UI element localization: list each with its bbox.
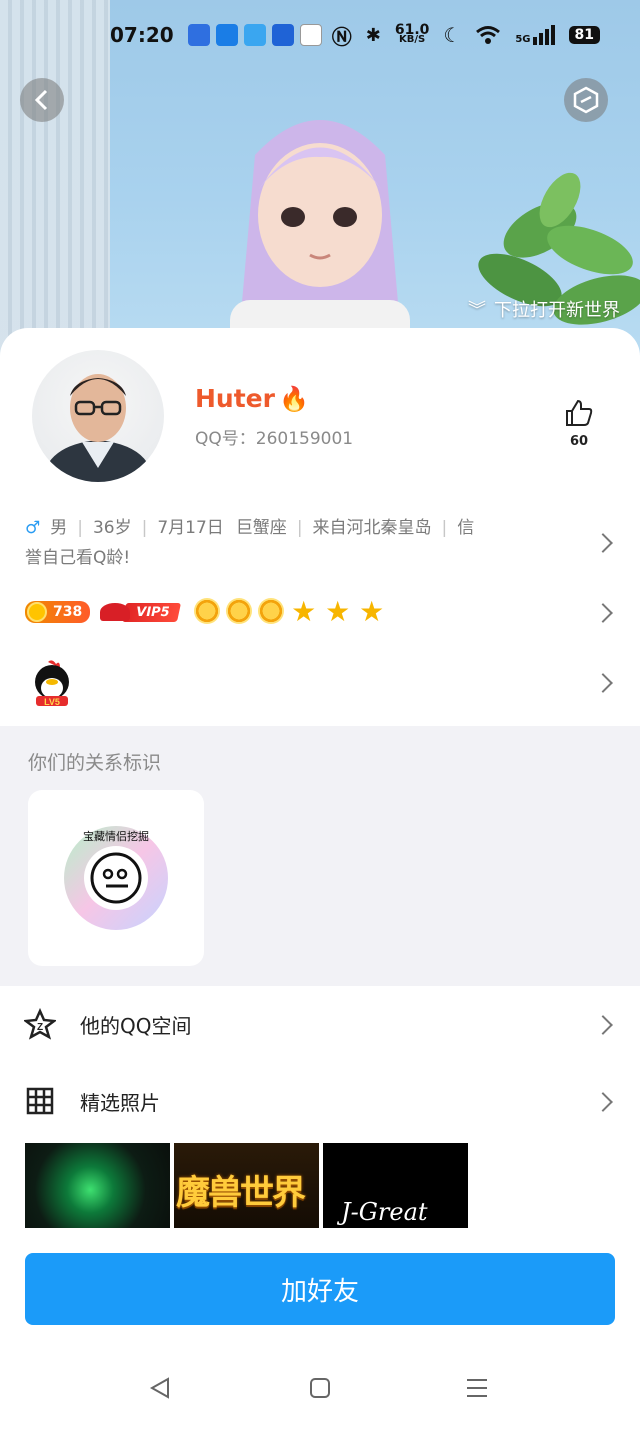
qzone-entry[interactable]: Z 他的QQ空间 [0, 994, 640, 1054]
chevron-left-icon [34, 89, 48, 111]
nickname: Huter 🔥 [195, 384, 309, 413]
zodiac: 巨蟹座 [235, 518, 287, 538]
like-count: 60 [569, 434, 589, 449]
chevron-right-icon[interactable] [593, 673, 613, 693]
nav-home-icon[interactable] [308, 1376, 332, 1400]
photos-label: 精选照片 [80, 1090, 160, 1115]
basic-info-row[interactable]: ♂ 男 | 36岁 | 7月17日 巨蟹座 | 来自河北秦皇岛 | 信 誉自己看Q龄! [25, 513, 585, 573]
bluetooth-icon: ✱ [365, 24, 381, 46]
car-app-icon [271, 24, 294, 46]
location: 来自河北秦皇岛 [312, 518, 432, 538]
age: 36岁 [92, 518, 132, 538]
photo-thumbnail[interactable]: 魔兽世界 [174, 1143, 319, 1228]
star-level-icon: ★ [325, 595, 351, 628]
double-chevron-down-icon: ︾ [468, 300, 486, 321]
qq-notify-icon [299, 24, 322, 46]
male-icon: ♂ [25, 518, 41, 538]
nav-menu-icon[interactable] [465, 1376, 489, 1400]
birthday: 7月17日 [157, 518, 224, 538]
coin-badge: 738 [25, 601, 91, 623]
relationship-section: 你们的关系标识 宝藏情侣挖掘 [0, 726, 640, 986]
qzone-label: 他的QQ空间 [80, 1013, 192, 1038]
chevron-right-icon[interactable] [593, 603, 613, 623]
add-friend-button[interactable]: 加好友 [25, 1253, 615, 1325]
system-nav-bar [0, 1358, 640, 1418]
qq-number[interactable]: QQ号：260159001 [195, 424, 353, 449]
hexagon-icon [573, 86, 599, 114]
battery-indicator: 81 [568, 26, 600, 44]
thumbs-up-icon [566, 399, 593, 426]
relationship-title: 你们的关系标识 [28, 752, 162, 774]
clock: 07:20 [110, 23, 174, 47]
fire-icon: 🔥 [278, 385, 309, 413]
app-notify-icon [187, 24, 210, 46]
penguin-level-icon[interactable]: LV5 [30, 658, 74, 708]
badges-row[interactable]: 738 VIP5 ★ ★ ★ [25, 598, 386, 626]
relationship-badge-card[interactable]: 宝藏情侣挖掘 [28, 790, 204, 966]
person-photo [42, 374, 154, 482]
photo-thumbnail[interactable] [25, 1143, 170, 1228]
credit-text-2: 誉自己看Q龄! [25, 548, 131, 568]
photo-thumbnail[interactable]: J-Great [323, 1143, 468, 1228]
status-bar: 07:20 Ⓝ ✱ 61.0 KB/S ☾ 5G 81 [0, 0, 640, 70]
relationship-badge-icon: 宝藏情侣挖掘 [64, 826, 168, 930]
vip-badge: VIP5 [100, 601, 182, 623]
profile-card: Huter 🔥 QQ号：260159001 60 ♂ 男 | 36岁 | 7月17日 巨蟹座 |… [0, 328, 640, 1429]
nfc-icon: Ⓝ [331, 24, 352, 49]
svg-text:Z: Z [37, 1022, 43, 1033]
theme-switch-button[interactable] [564, 78, 608, 122]
pull-hint-text: 下拉打开新世界 [494, 300, 620, 321]
flashlight-icon [215, 24, 238, 46]
back-button[interactable] [20, 78, 64, 122]
photo-strip: 魔兽世界 J-Great [25, 1143, 468, 1228]
pull-down-hint[interactable]: ︾ 下拉打开新世界 [468, 296, 620, 322]
sun-level-icon [193, 598, 220, 624]
star-outline-icon: Z [24, 1008, 56, 1040]
net-speed: 61.0 KB/S [394, 22, 430, 45]
crown-icon [100, 603, 131, 621]
sun-level-icon [225, 598, 252, 624]
zepeto-avatar-image [230, 120, 410, 360]
level-icons: ★ ★ ★ [193, 595, 386, 628]
chevron-right-icon[interactable] [593, 533, 613, 553]
moon-icon: ☾ [443, 23, 462, 47]
grid-icon [26, 1087, 54, 1115]
credit-text: 信 [457, 518, 475, 538]
svg-text:LV5: LV5 [44, 697, 60, 707]
sun-level-icon [257, 598, 284, 624]
star-level-icon: ★ [291, 595, 317, 628]
signal-icon: 5G [515, 25, 555, 45]
wifi-icon [476, 26, 501, 44]
avatar[interactable] [32, 350, 164, 482]
svg-text:宝藏情侣挖掘: 宝藏情侣挖掘 [83, 829, 149, 843]
gender: 男 [50, 518, 68, 538]
star-level-icon: ★ [359, 595, 385, 628]
weather-icon [243, 24, 266, 46]
like-button[interactable]: 60 [564, 398, 594, 449]
nav-back-icon[interactable] [148, 1376, 172, 1400]
photos-entry[interactable]: 精选照片 [0, 1071, 640, 1131]
